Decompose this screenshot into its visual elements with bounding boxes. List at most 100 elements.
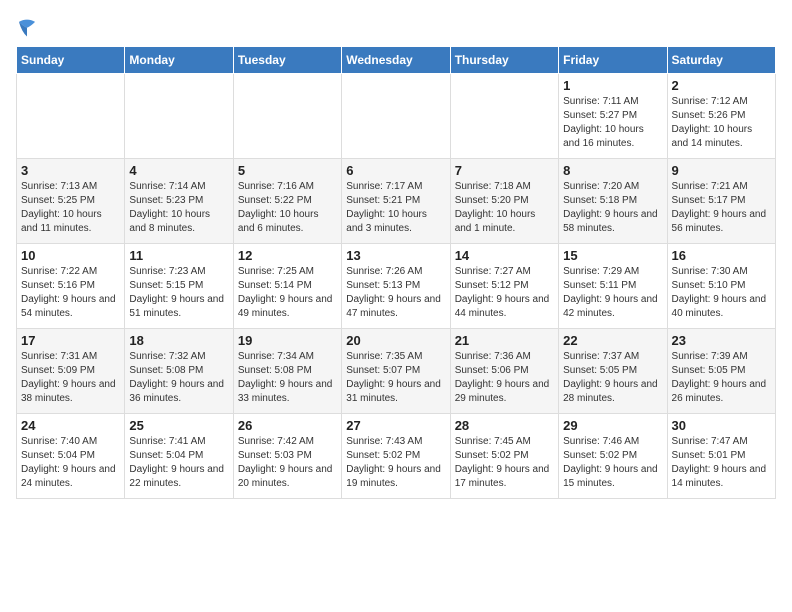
day-number: 29 <box>563 418 662 433</box>
col-header-monday: Monday <box>125 47 233 74</box>
table-row: 18 Sunrise: 7:32 AM Sunset: 5:08 PM Dayli… <box>125 329 233 414</box>
day-number: 15 <box>563 248 662 263</box>
day-content: Sunrise: 7:30 AM Sunset: 5:10 PM Dayligh… <box>672 265 771 321</box>
table-row <box>342 74 450 159</box>
table-row: 16 Sunrise: 7:30 AM Sunset: 5:10 PM Dayli… <box>667 244 775 329</box>
logo <box>16 16 42 38</box>
table-row: 10Sunrise: 7:22 AM Sunset: 5:16 PM Dayli… <box>17 244 125 329</box>
day-number: 7 <box>455 163 554 178</box>
table-row <box>450 74 558 159</box>
day-number: 13 <box>346 248 445 263</box>
table-row: 24 Sunrise: 7:40 AM Sunset: 5:04 PM Dayli… <box>17 414 125 499</box>
day-content: Sunrise: 7:21 AM Sunset: 5:17 PM Dayligh… <box>672 180 771 236</box>
day-content: Sunrise: 7:37 AM Sunset: 5:05 PM Dayligh… <box>563 350 662 406</box>
day-content: Sunrise: 7:45 AM Sunset: 5:02 PM Dayligh… <box>455 435 554 491</box>
table-row: 2 Sunrise: 7:12 AM Sunset: 5:26 PM Daylig… <box>667 74 775 159</box>
col-header-sunday: Sunday <box>17 47 125 74</box>
table-row: 26 Sunrise: 7:42 AM Sunset: 5:03 PM Dayli… <box>233 414 341 499</box>
day-content: Sunrise: 7:27 AM Sunset: 5:12 PM Dayligh… <box>455 265 554 321</box>
table-row: 20 Sunrise: 7:35 AM Sunset: 5:07 PM Dayli… <box>342 329 450 414</box>
day-number: 16 <box>672 248 771 263</box>
day-number: 8 <box>563 163 662 178</box>
table-row <box>17 74 125 159</box>
day-content: Sunrise: 7:29 AM Sunset: 5:11 PM Dayligh… <box>563 265 662 321</box>
day-number: 24 <box>21 418 120 433</box>
day-content: Sunrise: 7:22 AM Sunset: 5:16 PM Dayligh… <box>21 265 120 321</box>
day-content: Sunrise: 7:36 AM Sunset: 5:06 PM Dayligh… <box>455 350 554 406</box>
day-content: Sunrise: 7:47 AM Sunset: 5:01 PM Dayligh… <box>672 435 771 491</box>
day-content: Sunrise: 7:12 AM Sunset: 5:26 PM Dayligh… <box>672 95 771 151</box>
day-number: 21 <box>455 333 554 348</box>
table-row: 27 Sunrise: 7:43 AM Sunset: 5:02 PM Dayli… <box>342 414 450 499</box>
day-content: Sunrise: 7:34 AM Sunset: 5:08 PM Dayligh… <box>238 350 337 406</box>
day-content: Sunrise: 7:35 AM Sunset: 5:07 PM Dayligh… <box>346 350 445 406</box>
day-content: Sunrise: 7:20 AM Sunset: 5:18 PM Dayligh… <box>563 180 662 236</box>
day-content: Sunrise: 7:26 AM Sunset: 5:13 PM Dayligh… <box>346 265 445 321</box>
day-content: Sunrise: 7:18 AM Sunset: 5:20 PM Dayligh… <box>455 180 554 236</box>
calendar-table: SundayMondayTuesdayWednesdayThursdayFrid… <box>16 46 776 499</box>
col-header-friday: Friday <box>559 47 667 74</box>
day-number: 6 <box>346 163 445 178</box>
day-content: Sunrise: 7:13 AM Sunset: 5:25 PM Dayligh… <box>21 180 120 236</box>
day-number: 12 <box>238 248 337 263</box>
table-row: 8 Sunrise: 7:20 AM Sunset: 5:18 PM Daylig… <box>559 159 667 244</box>
table-row: 14 Sunrise: 7:27 AM Sunset: 5:12 PM Dayli… <box>450 244 558 329</box>
day-number: 1 <box>563 78 662 93</box>
table-row: 11 Sunrise: 7:23 AM Sunset: 5:15 PM Dayli… <box>125 244 233 329</box>
table-row: 3Sunrise: 7:13 AM Sunset: 5:25 PM Daylig… <box>17 159 125 244</box>
table-row: 6 Sunrise: 7:17 AM Sunset: 5:21 PM Daylig… <box>342 159 450 244</box>
day-number: 30 <box>672 418 771 433</box>
table-row: 23Sunrise: 7:39 AM Sunset: 5:05 PM Dayli… <box>667 329 775 414</box>
page-header <box>16 16 776 38</box>
table-row: 21 Sunrise: 7:36 AM Sunset: 5:06 PM Dayli… <box>450 329 558 414</box>
table-row: 12 Sunrise: 7:25 AM Sunset: 5:14 PM Dayli… <box>233 244 341 329</box>
day-number: 14 <box>455 248 554 263</box>
day-number: 18 <box>129 333 228 348</box>
day-number: 27 <box>346 418 445 433</box>
day-content: Sunrise: 7:16 AM Sunset: 5:22 PM Dayligh… <box>238 180 337 236</box>
day-content: Sunrise: 7:46 AM Sunset: 5:02 PM Dayligh… <box>563 435 662 491</box>
table-row <box>233 74 341 159</box>
col-header-wednesday: Wednesday <box>342 47 450 74</box>
day-content: Sunrise: 7:17 AM Sunset: 5:21 PM Dayligh… <box>346 180 445 236</box>
day-number: 19 <box>238 333 337 348</box>
day-content: Sunrise: 7:39 AM Sunset: 5:05 PM Dayligh… <box>672 350 771 406</box>
day-number: 20 <box>346 333 445 348</box>
day-content: Sunrise: 7:23 AM Sunset: 5:15 PM Dayligh… <box>129 265 228 321</box>
logo-icon <box>16 16 38 38</box>
col-header-thursday: Thursday <box>450 47 558 74</box>
day-content: Sunrise: 7:11 AM Sunset: 5:27 PM Dayligh… <box>563 95 662 151</box>
day-content: Sunrise: 7:25 AM Sunset: 5:14 PM Dayligh… <box>238 265 337 321</box>
table-row <box>125 74 233 159</box>
table-row: 29 Sunrise: 7:46 AM Sunset: 5:02 PM Dayli… <box>559 414 667 499</box>
day-content: Sunrise: 7:43 AM Sunset: 5:02 PM Dayligh… <box>346 435 445 491</box>
day-number: 28 <box>455 418 554 433</box>
col-header-saturday: Saturday <box>667 47 775 74</box>
table-row: 30 Sunrise: 7:47 AM Sunset: 5:01 PM Dayli… <box>667 414 775 499</box>
table-row: 15 Sunrise: 7:29 AM Sunset: 5:11 PM Dayli… <box>559 244 667 329</box>
day-number: 22 <box>563 333 662 348</box>
table-row: 28 Sunrise: 7:45 AM Sunset: 5:02 PM Dayli… <box>450 414 558 499</box>
table-row: 19 Sunrise: 7:34 AM Sunset: 5:08 PM Dayli… <box>233 329 341 414</box>
day-content: Sunrise: 7:42 AM Sunset: 5:03 PM Dayligh… <box>238 435 337 491</box>
day-number: 26 <box>238 418 337 433</box>
table-row: 25Sunrise: 7:41 AM Sunset: 5:04 PM Dayli… <box>125 414 233 499</box>
table-row: 7 Sunrise: 7:18 AM Sunset: 5:20 PM Daylig… <box>450 159 558 244</box>
table-row: 17Sunrise: 7:31 AM Sunset: 5:09 PM Dayli… <box>17 329 125 414</box>
day-number: 17 <box>21 333 120 348</box>
table-row: 5 Sunrise: 7:16 AM Sunset: 5:22 PM Daylig… <box>233 159 341 244</box>
day-number: 25 <box>129 418 228 433</box>
table-row: 4Sunrise: 7:14 AM Sunset: 5:23 PM Daylig… <box>125 159 233 244</box>
table-row: 13 Sunrise: 7:26 AM Sunset: 5:13 PM Dayli… <box>342 244 450 329</box>
day-number: 11 <box>129 248 228 263</box>
table-row: 22 Sunrise: 7:37 AM Sunset: 5:05 PM Dayli… <box>559 329 667 414</box>
table-row: 9 Sunrise: 7:21 AM Sunset: 5:17 PM Daylig… <box>667 159 775 244</box>
day-content: Sunrise: 7:32 AM Sunset: 5:08 PM Dayligh… <box>129 350 228 406</box>
day-number: 5 <box>238 163 337 178</box>
table-row: 1 Sunrise: 7:11 AM Sunset: 5:27 PM Daylig… <box>559 74 667 159</box>
day-content: Sunrise: 7:40 AM Sunset: 5:04 PM Dayligh… <box>21 435 120 491</box>
day-number: 2 <box>672 78 771 93</box>
col-header-tuesday: Tuesday <box>233 47 341 74</box>
day-content: Sunrise: 7:14 AM Sunset: 5:23 PM Dayligh… <box>129 180 228 236</box>
day-number: 9 <box>672 163 771 178</box>
